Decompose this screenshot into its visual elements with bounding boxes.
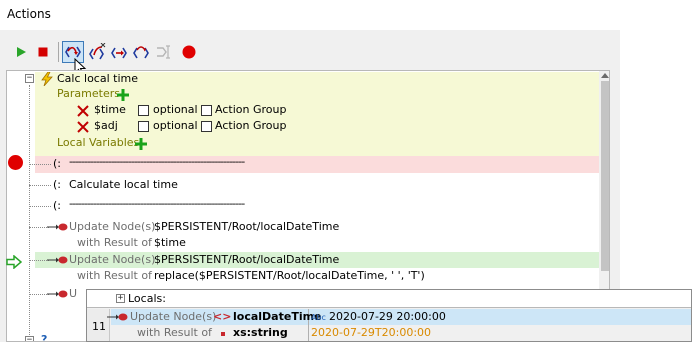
action-group-checkbox[interactable] bbox=[201, 121, 212, 132]
breakpoint-marker[interactable] bbox=[8, 155, 23, 170]
locals-title: Locals: bbox=[128, 292, 166, 305]
step-over-alt-button[interactable] bbox=[130, 41, 152, 63]
optional-label: optional bbox=[153, 103, 198, 116]
update-node-icon bbox=[107, 313, 128, 321]
run-to-cursor-button[interactable] bbox=[152, 41, 174, 63]
comment-dashes[interactable]: ----------------------------------------… bbox=[69, 197, 245, 211]
with-result-label: with Result of bbox=[77, 236, 152, 249]
update-label: Update Node(s) bbox=[69, 253, 156, 266]
result-expression[interactable]: replace($PERSISTENT/Root/localDateTime, … bbox=[154, 269, 425, 283]
param-name[interactable]: $adj bbox=[94, 119, 118, 133]
variable-value[interactable]: 2020-07-29 20:00:00 bbox=[329, 310, 446, 324]
tree-connector bbox=[29, 185, 51, 186]
type-badge-icon: Abc bbox=[311, 313, 326, 322]
result-type: xs:string bbox=[233, 326, 288, 339]
toolbar-separator bbox=[58, 42, 59, 62]
stop-button[interactable] bbox=[32, 41, 54, 63]
debug-toolbar bbox=[8, 38, 608, 76]
comment-open: (: bbox=[53, 157, 61, 170]
remove-param-icon[interactable] bbox=[77, 121, 89, 133]
comment-open: (: bbox=[53, 178, 61, 191]
add-parameter-icon[interactable] bbox=[117, 89, 129, 101]
update-node-icon bbox=[47, 223, 68, 231]
update-node-icon bbox=[47, 290, 68, 298]
action-group-checkbox[interactable] bbox=[201, 105, 212, 116]
update-target[interactable]: $PERSISTENT/Root/localDateTime bbox=[154, 253, 339, 267]
variable-name[interactable]: localDateTime bbox=[233, 310, 322, 324]
result-expression[interactable]: $time bbox=[154, 236, 186, 250]
scroll-thumb[interactable] bbox=[601, 81, 609, 271]
comment-open: (: bbox=[53, 199, 61, 212]
optional-checkbox[interactable] bbox=[138, 105, 149, 116]
update-target[interactable]: $PERSISTENT/Root/localDateTime bbox=[154, 220, 339, 234]
locals-popup: + Locals: 11 Update Node(s) <> localDate… bbox=[86, 289, 692, 342]
step-out-button[interactable] bbox=[86, 41, 108, 63]
comment-text[interactable]: Calculate local time bbox=[69, 178, 178, 192]
update-node-icon bbox=[47, 256, 68, 264]
type-marker-icon bbox=[221, 332, 225, 336]
with-result-label: with Result of bbox=[77, 269, 152, 282]
breakpoint-icon bbox=[182, 45, 196, 59]
comment-dashes[interactable]: ----------------------------------------… bbox=[69, 155, 245, 169]
expand-locals-toggle[interactable]: + bbox=[116, 294, 125, 303]
optional-checkbox[interactable] bbox=[138, 121, 149, 132]
action-group-label: Action Group bbox=[215, 103, 287, 116]
lightning-icon bbox=[41, 72, 53, 86]
tree-guide-line bbox=[29, 85, 30, 341]
optional-label: optional bbox=[153, 119, 198, 132]
step-out-icon bbox=[89, 43, 106, 60]
toggle-breakpoint-button[interactable] bbox=[178, 41, 200, 63]
step-over-alt-icon bbox=[133, 46, 149, 59]
update-label: Update Node(s) bbox=[130, 310, 217, 323]
scroll-up-arrow[interactable] bbox=[601, 73, 609, 78]
action-group-label: Action Group bbox=[215, 119, 287, 132]
panel-title: Actions bbox=[7, 7, 51, 21]
locals-header: + Locals: bbox=[87, 290, 691, 308]
collapse-toggle[interactable]: − bbox=[25, 74, 34, 83]
step-over-button[interactable] bbox=[108, 41, 130, 63]
update-label: U bbox=[69, 287, 78, 300]
add-local-variable-icon[interactable] bbox=[135, 138, 147, 150]
play-icon bbox=[17, 47, 26, 57]
stop-icon bbox=[38, 47, 48, 57]
with-result-label: with Result of bbox=[137, 326, 212, 339]
tree-connector bbox=[29, 164, 51, 165]
next-node: ? bbox=[41, 333, 48, 342]
param-name[interactable]: $time bbox=[94, 103, 126, 117]
result-value[interactable]: 2020-07-29T20:00:00 bbox=[311, 326, 431, 340]
remove-param-icon[interactable] bbox=[77, 105, 89, 117]
action-name[interactable]: Calc local time bbox=[57, 72, 138, 86]
current-line-arrow-icon bbox=[6, 255, 22, 269]
tree-connector bbox=[29, 206, 51, 207]
step-over-icon bbox=[111, 47, 127, 59]
line-number: 11 bbox=[92, 320, 106, 333]
run-button[interactable] bbox=[10, 41, 32, 63]
local-variables-label: Local Variables bbox=[57, 136, 140, 149]
element-icon: <> bbox=[213, 310, 232, 323]
update-label: Update Node(s) bbox=[69, 220, 156, 233]
parameters-label: Parameters bbox=[57, 87, 120, 100]
expand-toggle[interactable]: − bbox=[25, 336, 34, 341]
run-to-cursor-icon bbox=[157, 45, 170, 59]
